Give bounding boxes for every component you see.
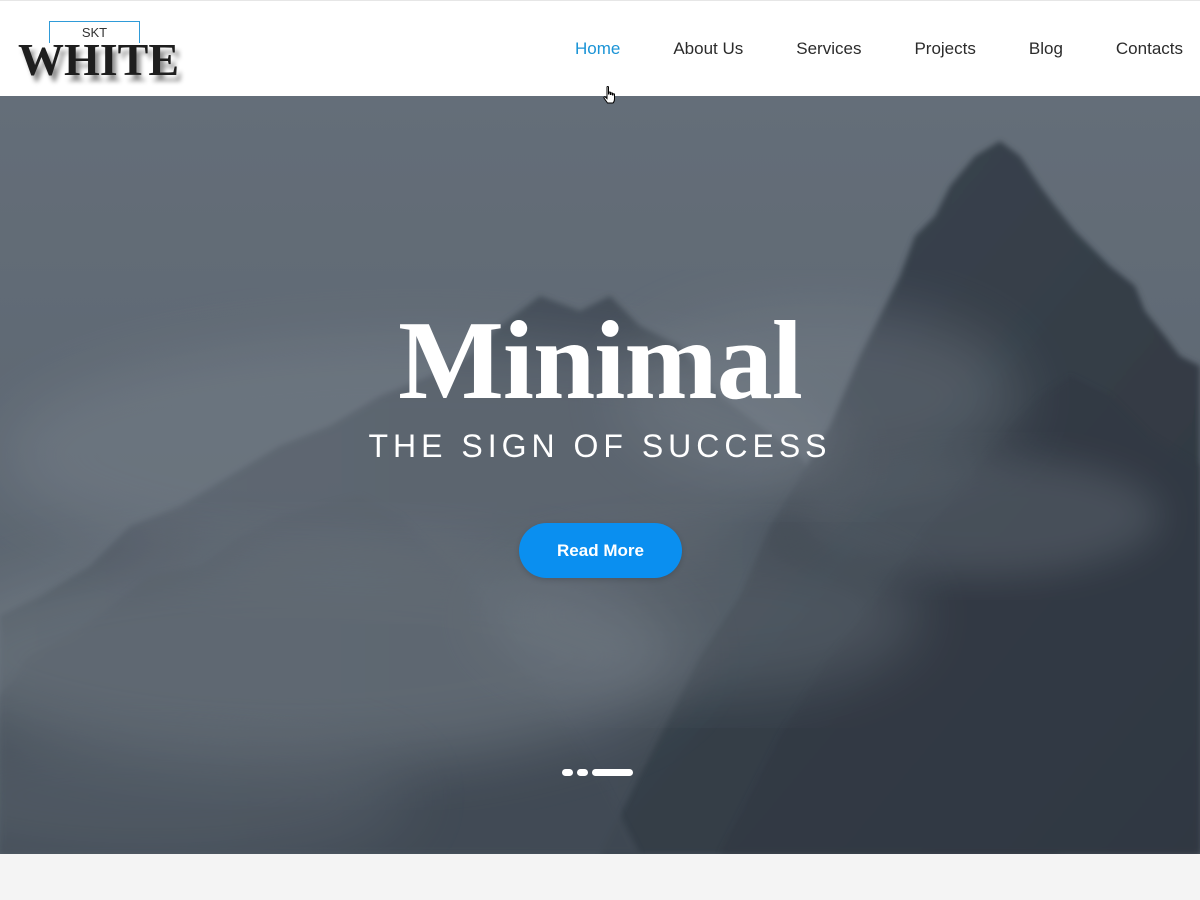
content-section-top bbox=[0, 854, 1200, 900]
slider-dot-3-active[interactable] bbox=[592, 769, 633, 776]
read-more-button[interactable]: Read More bbox=[519, 523, 682, 578]
hero-title: Minimal bbox=[398, 299, 803, 423]
main-nav: Home About Us Services Projects Blog Con… bbox=[575, 1, 1200, 97]
slider-pagination bbox=[562, 769, 633, 776]
nav-item-services[interactable]: Services bbox=[796, 39, 861, 59]
nav-item-projects[interactable]: Projects bbox=[914, 39, 975, 59]
nav-item-blog[interactable]: Blog bbox=[1029, 39, 1063, 59]
site-logo[interactable]: SKT WHITE bbox=[18, 19, 180, 89]
slider-dot-2[interactable] bbox=[577, 769, 588, 776]
logo-big-text: WHITE bbox=[18, 34, 180, 85]
hand-pointer-icon bbox=[603, 86, 615, 104]
hero-subtitle: THE SIGN OF SUCCESS bbox=[368, 428, 832, 464]
hero-slider: Minimal THE SIGN OF SUCCESS Read More bbox=[0, 96, 1200, 854]
site-header: SKT WHITE Home About Us Services Project… bbox=[0, 0, 1200, 96]
hero-background-image bbox=[0, 96, 1200, 854]
nav-item-about-us[interactable]: About Us bbox=[673, 39, 743, 59]
nav-item-home[interactable]: Home bbox=[575, 39, 620, 59]
nav-item-contacts[interactable]: Contacts bbox=[1116, 39, 1183, 59]
slider-dot-1[interactable] bbox=[562, 769, 573, 776]
